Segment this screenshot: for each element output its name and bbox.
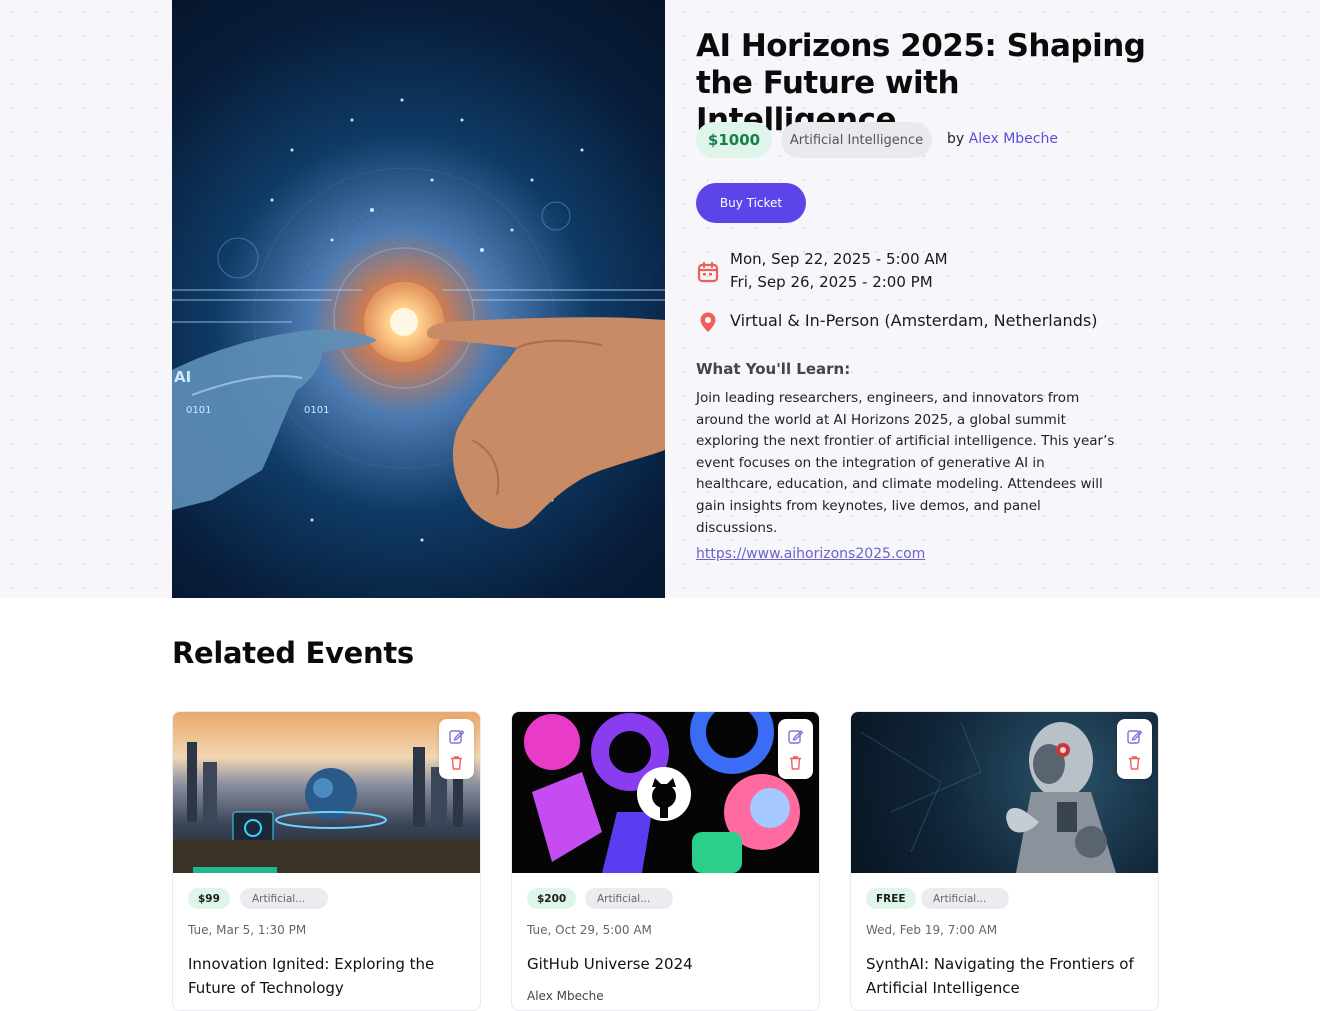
card-title[interactable]: Innovation Ignited: Exploring the Future… <box>188 952 473 1000</box>
learn-heading: What You'll Learn: <box>696 360 851 378</box>
event-card-image <box>512 712 819 873</box>
card-organizer: Alex Mbeche <box>527 989 604 1003</box>
card-title[interactable]: SynthAI: Navigating the Frontiers of Art… <box>866 952 1151 1000</box>
card-price-badge: $200 <box>527 888 577 909</box>
event-hero-image: AI 0101 0101 <box>172 0 665 598</box>
event-card-image <box>851 712 1158 873</box>
trash-icon[interactable] <box>1126 754 1143 771</box>
card-date: Wed, Feb 19, 7:00 AM <box>866 923 998 937</box>
event-location: Virtual & In-Person (Amsterdam, Netherla… <box>730 311 1098 330</box>
card-price-badge: FREE <box>866 888 916 909</box>
edit-icon[interactable] <box>448 728 465 745</box>
card-category-badge: Artificial... <box>585 888 673 909</box>
by-label: by <box>947 131 965 147</box>
event-title: AI Horizons 2025: Shaping the Future wit… <box>696 28 1146 138</box>
buy-ticket-button[interactable]: Buy Ticket <box>696 183 806 223</box>
card-price-badge: $99 <box>188 888 230 909</box>
location-pin-icon <box>697 311 719 333</box>
event-start-datetime: Mon, Sep 22, 2025 - 5:00 AM <box>730 250 948 268</box>
related-event-card[interactable]: $99 Artificial... Tue, Mar 5, 1:30 PM In… <box>172 711 481 1011</box>
card-actions <box>1117 719 1152 779</box>
card-category-badge: Artificial... <box>921 888 1009 909</box>
hero-image-binary-text: 0101 <box>304 405 330 416</box>
hero-image-ai-text: AI <box>174 368 192 386</box>
event-hero: AI 0101 0101 AI Horizons 2025: Shaping t… <box>0 0 1320 598</box>
related-events-heading: Related Events <box>172 636 414 670</box>
card-actions <box>439 719 474 779</box>
trash-icon[interactable] <box>787 754 804 771</box>
organizer-byline: by Alex Mbeche <box>947 131 1058 147</box>
price-badge: $1000 <box>696 122 772 158</box>
related-event-card[interactable]: FREE Artificial... Wed, Feb 19, 7:00 AM … <box>850 711 1159 1011</box>
hero-image-binary-text: 0101 <box>186 405 212 416</box>
card-title[interactable]: GitHub Universe 2024 <box>527 952 812 976</box>
edit-icon[interactable] <box>1126 728 1143 745</box>
card-date: Tue, Mar 5, 1:30 PM <box>188 923 307 937</box>
calendar-icon <box>697 261 719 283</box>
event-description: Join leading researchers, engineers, and… <box>696 390 1115 536</box>
event-end-datetime: Fri, Sep 26, 2025 - 2:00 PM <box>730 273 933 291</box>
edit-icon[interactable] <box>787 728 804 745</box>
event-website-link[interactable]: https://www.aihorizons2025.com <box>696 546 925 562</box>
card-actions <box>778 719 813 779</box>
card-date: Tue, Oct 29, 5:00 AM <box>527 923 652 937</box>
trash-icon[interactable] <box>448 754 465 771</box>
card-category-badge: Artificial... <box>240 888 328 909</box>
event-card-image <box>173 712 480 873</box>
organizer-link[interactable]: Alex Mbeche <box>969 131 1058 147</box>
related-event-card[interactable]: $200 Artificial... Tue, Oct 29, 5:00 AM … <box>511 711 820 1011</box>
category-badge[interactable]: Artificial Intelligence <box>781 122 932 158</box>
